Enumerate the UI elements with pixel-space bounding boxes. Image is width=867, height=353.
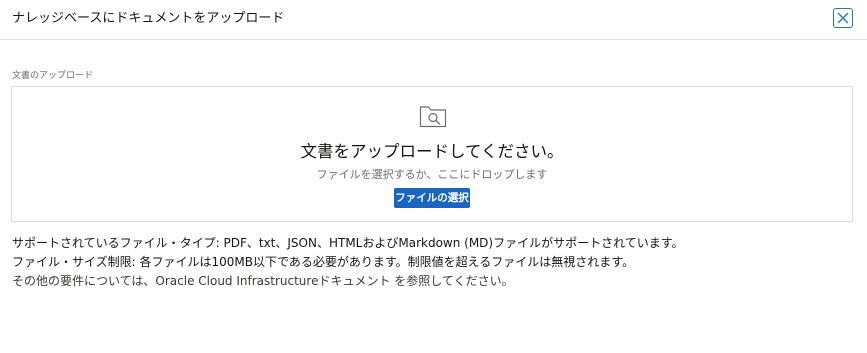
select-file-button[interactable]: ファイルの選択 bbox=[394, 188, 470, 208]
dropzone-subtitle: ファイルを選択するか、ここにドロップします bbox=[316, 168, 548, 181]
file-dropzone[interactable]: 文書をアップロードしてください。 ファイルを選択するか、ここにドロップします フ… bbox=[11, 86, 853, 222]
dialog-title: ナレッジベースにドキュメントをアップロード bbox=[12, 11, 285, 26]
close-icon bbox=[837, 12, 849, 24]
file-size-limit-text: ファイル・サイズ制限: 各ファイルは100MB以下である必要があります。制限値を… bbox=[12, 255, 635, 269]
folder-search-icon bbox=[419, 106, 447, 128]
close-button[interactable] bbox=[833, 8, 853, 28]
dropzone-title: 文書をアップロードしてください。 bbox=[300, 142, 564, 161]
supported-file-types-text: サポートされているファイル・タイプ: PDF、txt、JSON、HTMLおよびM… bbox=[12, 236, 684, 250]
other-requirements-text: その他の要件については、Oracle Cloud Infrastructureド… bbox=[12, 274, 514, 288]
upload-dialog: ナレッジベースにドキュメントをアップロード 文書のアップロード 文書をアップロー… bbox=[0, 0, 867, 353]
upload-info: サポートされているファイル・タイプ: PDF、txt、JSON、HTMLおよびM… bbox=[12, 234, 684, 291]
dialog-header: ナレッジベースにドキュメントをアップロード bbox=[0, 0, 867, 40]
upload-section-label: 文書のアップロード bbox=[12, 71, 94, 81]
